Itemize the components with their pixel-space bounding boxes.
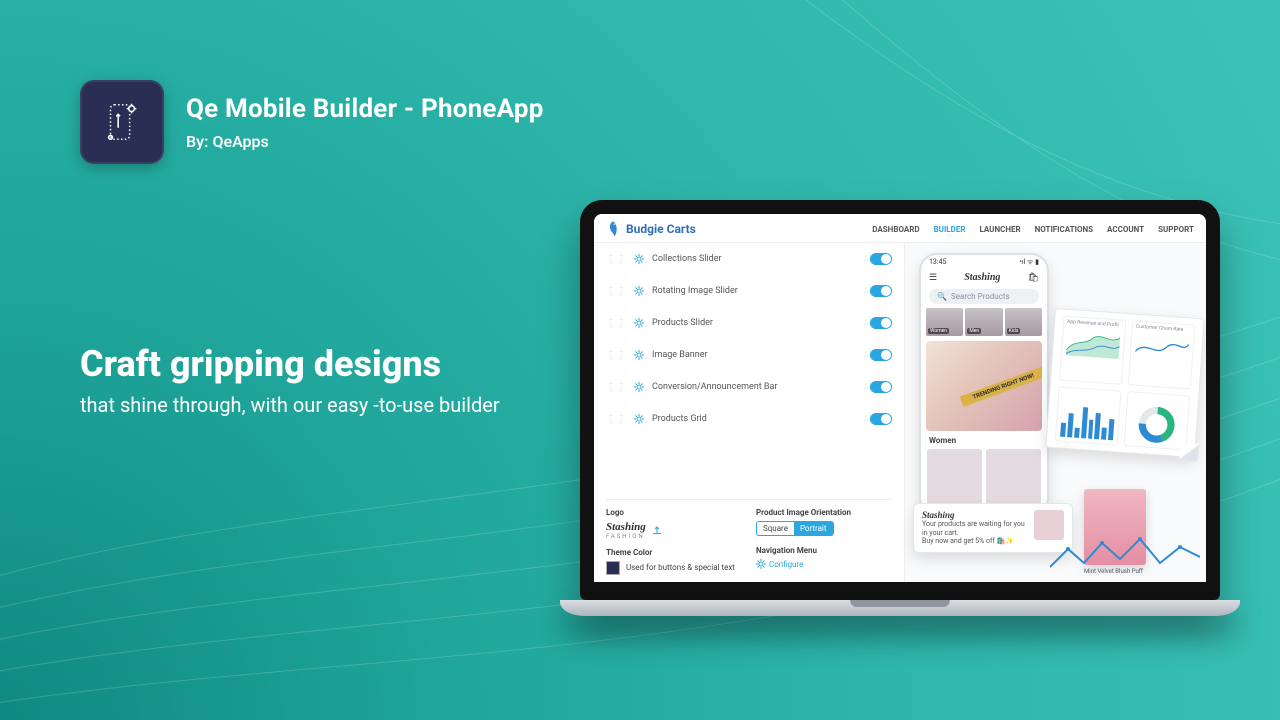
app-byline: By: QeApps bbox=[186, 132, 544, 151]
app-title: Qe Mobile Builder - PhoneApp bbox=[186, 94, 544, 124]
drag-handle-icon[interactable]: ⋮⋮ bbox=[606, 350, 626, 361]
builder-row: ⋮⋮ Rotating Image Slider bbox=[606, 285, 892, 297]
hero-headline: Craft gripping designs bbox=[80, 345, 500, 385]
bag-icon[interactable]: 🛍 bbox=[1028, 273, 1039, 283]
notif-brand: Stashing bbox=[922, 510, 1028, 520]
toggle-switch[interactable] bbox=[870, 253, 892, 265]
bird-icon bbox=[606, 220, 620, 238]
app-topbar: Budgie Carts DASHBOARD BUILDER LAUNCHER NOT… bbox=[594, 214, 1206, 243]
builder-row: ⋮⋮ Conversion/Announcement Bar bbox=[606, 381, 892, 393]
push-notification-card: Stashing Your products are waiting for y… bbox=[913, 503, 1073, 553]
area-chart-icon bbox=[1066, 329, 1121, 359]
gear-icon[interactable] bbox=[634, 254, 644, 264]
builder-row-label: Products Grid bbox=[652, 414, 862, 424]
theme-label: Theme Color bbox=[606, 548, 742, 557]
toggle-switch[interactable] bbox=[870, 317, 892, 329]
configure-link[interactable]: Configure bbox=[756, 559, 803, 569]
hero-subtext: that shine through, with our easy -to-us… bbox=[80, 391, 500, 420]
phone-section-label: Women bbox=[921, 436, 1047, 445]
gear-icon[interactable] bbox=[634, 318, 644, 328]
gear-icon[interactable] bbox=[634, 350, 644, 360]
app-logo-icon bbox=[80, 80, 164, 164]
gear-icon[interactable] bbox=[634, 382, 644, 392]
logo-label: Logo bbox=[606, 508, 742, 517]
theme-note: Used for buttons & special text bbox=[626, 563, 735, 572]
logo-name: Stashing bbox=[606, 521, 646, 533]
drag-handle-icon[interactable]: ⋮⋮ bbox=[606, 286, 626, 297]
brand-label: Budgie Carts bbox=[626, 222, 696, 236]
phone-preview: 13:45 •ıl ᯤ ▮ ☰ Stashing 🛍 🔍 Search Prod… bbox=[919, 253, 1049, 515]
app-brand: Budgie Carts bbox=[606, 220, 696, 238]
product-card[interactable] bbox=[986, 449, 1041, 509]
app-header: Qe Mobile Builder - PhoneApp By: QeApps bbox=[80, 80, 544, 164]
phone-categories: WomenMenKids bbox=[921, 308, 1047, 336]
builder-row: ⋮⋮ Products Slider bbox=[606, 317, 892, 329]
search-placeholder: Search Products bbox=[951, 292, 1010, 301]
builder-row-label: Image Banner bbox=[652, 350, 862, 360]
sparkline-icon bbox=[1050, 533, 1200, 577]
analytics-paper: App Revenue and Profit Customer Churn Ra… bbox=[1045, 308, 1204, 458]
trending-ribbon: TRENDING RIGHT NOW! bbox=[960, 366, 1042, 407]
toggle-switch[interactable] bbox=[870, 381, 892, 393]
notif-line2: Buy now and get 5% off 🛍️✨ bbox=[922, 537, 1028, 546]
nav-account[interactable]: ACCOUNT bbox=[1107, 225, 1144, 234]
category-tile[interactable]: Women bbox=[926, 308, 963, 336]
logo-panel: Logo Stashing FASHION Theme Color bbox=[606, 508, 742, 575]
builder-row: ⋮⋮ Image Banner bbox=[606, 349, 892, 361]
donut-chart-icon bbox=[1135, 403, 1179, 447]
drag-handle-icon[interactable]: ⋮⋮ bbox=[606, 318, 626, 329]
orientation-panel: Product Image Orientation Square Portrai… bbox=[756, 508, 892, 575]
nav-launcher[interactable]: LAUNCHER bbox=[979, 225, 1020, 234]
line-chart-icon bbox=[1135, 334, 1190, 364]
orientation-segmented[interactable]: Square Portrait bbox=[756, 521, 834, 536]
settings-panels: Logo Stashing FASHION Theme Color bbox=[606, 499, 892, 575]
upload-icon[interactable] bbox=[652, 525, 662, 537]
orientation-square[interactable]: Square bbox=[757, 522, 794, 535]
theme-swatch[interactable] bbox=[606, 561, 620, 575]
builder-list: ⋮⋮ Collections Slider ⋮⋮ Rotating Image Sli… bbox=[606, 253, 892, 493]
preview-column: 13:45 •ıl ᯤ ▮ ☰ Stashing 🛍 🔍 Search Prod… bbox=[904, 243, 1206, 583]
drag-handle-icon[interactable]: ⋮⋮ bbox=[606, 254, 626, 265]
hero-copy: Craft gripping designs that shine throug… bbox=[80, 345, 500, 420]
drag-handle-icon[interactable]: ⋮⋮ bbox=[606, 414, 626, 425]
category-tile[interactable]: Men bbox=[965, 308, 1002, 336]
builder-row-label: Rotating Image Slider bbox=[652, 286, 862, 296]
phone-search[interactable]: 🔍 Search Products bbox=[929, 289, 1039, 304]
bar-chart-icon bbox=[1060, 402, 1115, 441]
orientation-portrait[interactable]: Portrait bbox=[794, 522, 833, 535]
logo-sub: FASHION bbox=[606, 533, 646, 540]
builder-row-label: Conversion/Announcement Bar bbox=[652, 382, 862, 392]
product-card[interactable] bbox=[927, 449, 982, 509]
top-nav: DASHBOARD BUILDER LAUNCHER NOTIFICATIONS ACC… bbox=[872, 225, 1194, 234]
laptop-mockup: Budgie Carts DASHBOARD BUILDER LAUNCHER NOT… bbox=[560, 200, 1240, 616]
gear-icon[interactable] bbox=[634, 414, 644, 424]
nav-support[interactable]: SUPPORT bbox=[1158, 225, 1194, 234]
nav-notifications[interactable]: NOTIFICATIONS bbox=[1035, 225, 1093, 234]
app-screen: Budgie Carts DASHBOARD BUILDER LAUNCHER NOT… bbox=[594, 214, 1206, 584]
navmenu-label: Navigation Menu bbox=[756, 546, 892, 555]
category-tile[interactable]: Kids bbox=[1005, 308, 1042, 336]
builder-row-label: Collections Slider bbox=[652, 254, 862, 264]
phone-brand: Stashing bbox=[943, 272, 1021, 283]
menu-icon[interactable]: ☰ bbox=[929, 273, 937, 283]
nav-builder[interactable]: BUILDER bbox=[934, 225, 966, 234]
phone-hero-banner[interactable]: TRENDING RIGHT NOW! bbox=[926, 341, 1042, 431]
orientation-label: Product Image Orientation bbox=[756, 508, 892, 517]
phone-status-icons: •ıl ᯤ ▮ bbox=[1019, 258, 1039, 267]
drag-handle-icon[interactable]: ⋮⋮ bbox=[606, 382, 626, 393]
builder-row: ⋮⋮ Products Grid bbox=[606, 413, 892, 425]
toggle-switch[interactable] bbox=[870, 285, 892, 297]
notif-line1: Your products are waiting for you in you… bbox=[922, 520, 1028, 538]
gear-icon[interactable] bbox=[634, 286, 644, 296]
laptop-base bbox=[560, 600, 1240, 616]
search-icon: 🔍 bbox=[937, 292, 947, 301]
phone-time: 13:45 bbox=[929, 258, 946, 267]
builder-row-label: Products Slider bbox=[652, 318, 862, 328]
builder-column: ⋮⋮ Collections Slider ⋮⋮ Rotating Image Sli… bbox=[594, 243, 904, 583]
toggle-switch[interactable] bbox=[870, 413, 892, 425]
nav-dashboard[interactable]: DASHBOARD bbox=[872, 225, 919, 234]
toggle-switch[interactable] bbox=[870, 349, 892, 361]
builder-row: ⋮⋮ Collections Slider bbox=[606, 253, 892, 265]
